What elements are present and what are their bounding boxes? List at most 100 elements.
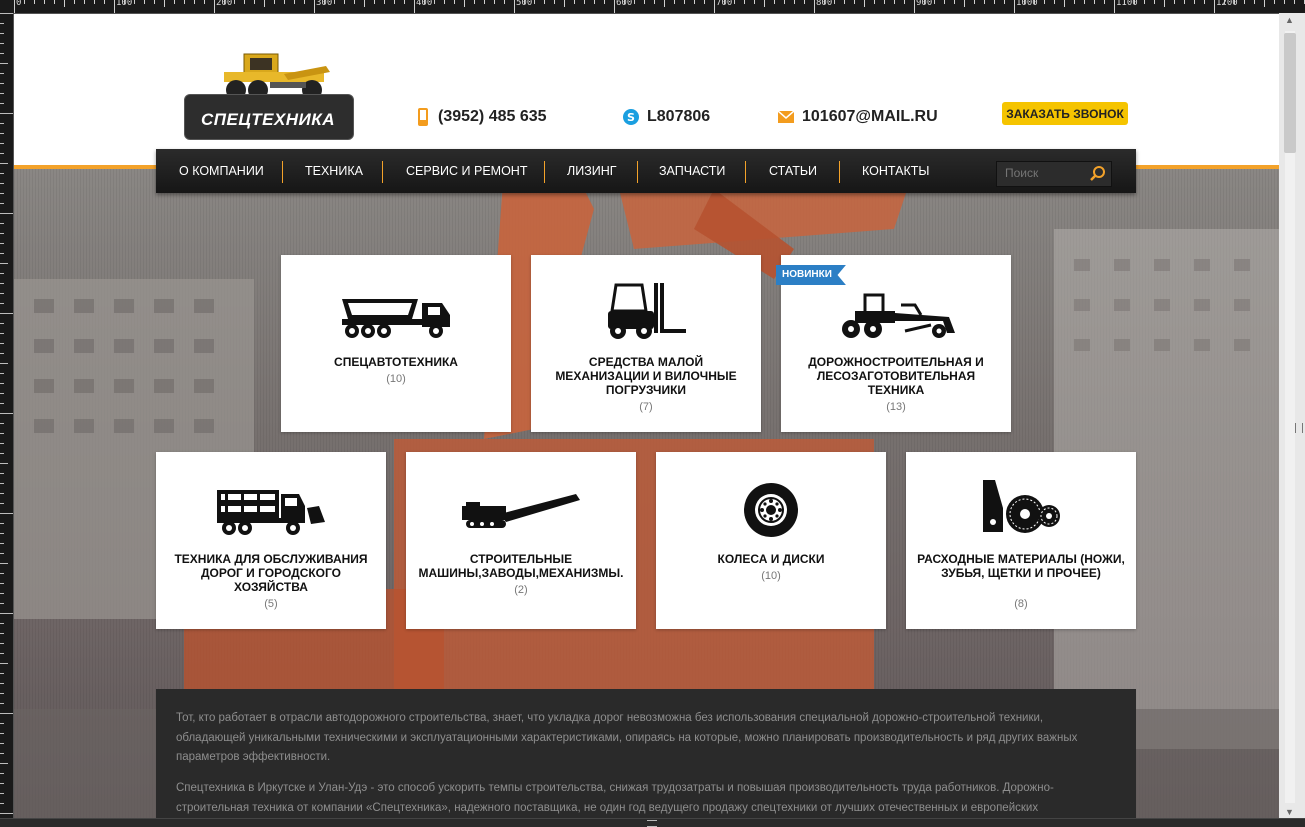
ruler-tick	[734, 0, 735, 4]
about-paragraph-1: Тот, кто работает в отрасли автодорожног…	[176, 712, 1078, 763]
phone-contact[interactable]: (3952) 485 635	[416, 106, 547, 128]
ruler-tick	[1004, 0, 1005, 4]
ruler-tick	[0, 783, 4, 784]
ruler-label: 1000	[1016, 0, 1038, 8]
ruler-tick	[0, 743, 4, 744]
category-title: КОЛЕСА И ДИСКИ	[717, 552, 825, 566]
ruler-tick	[504, 0, 505, 4]
ruler-tick	[0, 793, 4, 794]
vertical-scrollbar[interactable]: ▲ ▼	[1279, 13, 1305, 819]
category-card[interactable]: НОВИНКИ ДОРОЖНОСТРОИТЕЛЬНАЯ И ЛЕСОЗАГОТО…	[776, 255, 1011, 432]
ruler-tick	[0, 493, 4, 494]
nav-item-machinery[interactable]: ТЕХНИКА	[305, 149, 363, 193]
ruler-tick	[714, 0, 715, 13]
ruler-tick	[0, 113, 13, 114]
category-card[interactable]: ТЕХНИКА ДЛЯ ОБСЛУЖИВАНИЯ ДОРОГ И ГОРОДСК…	[156, 452, 386, 629]
ruler-tick	[364, 0, 365, 7]
ruler-tick	[0, 693, 4, 694]
scroll-down-arrow-icon[interactable]: ▼	[1285, 807, 1294, 817]
nav-item-articles[interactable]: СТАТЬИ	[769, 149, 817, 193]
ruler-tick	[834, 0, 835, 4]
resize-grip-icon[interactable]	[647, 820, 657, 827]
ruler-tick	[454, 0, 455, 4]
ruler-tick	[114, 0, 115, 13]
email-contact[interactable]: 101607@MAIL.RU	[778, 106, 938, 128]
ruler-tick	[0, 543, 4, 544]
skype-contact[interactable]: S L807806	[623, 106, 710, 128]
forklift-icon	[608, 283, 686, 339]
ruler-tick	[0, 83, 4, 84]
category-card[interactable]: СРЕДСТВА МАЛОЙ МЕХАНИЗАЦИИ И ВИЛОЧНЫЕ ПО…	[531, 255, 761, 432]
ruler-tick	[234, 0, 235, 4]
bottom-resize-bar[interactable]	[0, 818, 1305, 827]
skype-icon: S	[623, 109, 639, 125]
resize-grip-icon[interactable]	[1295, 423, 1303, 433]
category-card[interactable]: КОЛЕСА И ДИСКИ (10)	[656, 452, 886, 629]
search-icon[interactable]	[1089, 165, 1107, 183]
nav-item-contacts[interactable]: КОНТАКТЫ	[862, 149, 929, 193]
search-input[interactable]	[997, 162, 1091, 184]
ruler-tick	[104, 0, 105, 4]
nav-item-leasing[interactable]: ЛИЗИНГ	[567, 149, 617, 193]
ruler-tick	[0, 133, 4, 134]
site-logo[interactable]: СПЕЦТЕХНИКА	[184, 46, 354, 140]
logo-text: СПЕЦТЕХНИКА	[200, 110, 336, 129]
ruler-tick	[204, 0, 205, 4]
mail-icon	[778, 111, 794, 123]
ruler-label: 600	[616, 0, 633, 8]
category-card[interactable]: СПЕЦАВТОТЕХНИКА (10)	[281, 255, 511, 432]
category-count: (7)	[639, 401, 653, 413]
ruler-tick	[0, 243, 4, 244]
ruler-tick	[0, 253, 4, 254]
ruler-tick	[174, 0, 175, 4]
ruler-tick	[0, 273, 4, 274]
callback-button[interactable]: ЗАКАЗАТЬ ЗВОНОК	[1002, 102, 1128, 125]
category-title: СРЕДСТВА МАЛОЙ МЕХАНИЗАЦИИ И ВИЛОЧНЫЕ ПО…	[555, 355, 737, 397]
ruler-tick	[764, 0, 765, 7]
ruler-tick	[0, 703, 4, 704]
grader-icon	[842, 293, 955, 338]
dump-truck-icon	[342, 299, 450, 338]
ruler-tick	[884, 0, 885, 4]
ruler-tick	[984, 0, 985, 4]
ruler-tick	[0, 673, 4, 674]
ruler-tick	[0, 583, 4, 584]
ruler-tick	[0, 423, 4, 424]
ruler-tick	[314, 0, 315, 13]
ruler-label: 500	[516, 0, 533, 8]
ruler-tick	[0, 563, 8, 564]
nav-item-parts[interactable]: ЗАПЧАСТИ	[659, 149, 725, 193]
ruler-tick	[0, 813, 13, 814]
skype-login: L807806	[647, 108, 711, 125]
ruler-tick	[864, 0, 865, 7]
ruler-tick	[544, 0, 545, 4]
new-badge: НОВИНКИ	[776, 265, 846, 285]
road-service-truck-icon	[217, 490, 325, 535]
ruler-label: 800	[816, 0, 833, 8]
ruler-tick	[784, 0, 785, 4]
ruler-tick	[0, 503, 4, 504]
conveyor-icon	[462, 494, 580, 528]
category-card[interactable]: СТРОИТЕЛЬНЫЕ МАШИНЫ,ЗАВОДЫ,МЕХАНИЗМЫ. (2…	[406, 452, 636, 629]
scrollbar-thumb[interactable]	[1284, 33, 1296, 153]
ruler-tick	[94, 0, 95, 4]
nav-item-company[interactable]: О КОМПАНИИ	[179, 149, 264, 193]
horizontal-ruler: 0 100 200 300 400 500 600 700 800 900 1000 1100 1200	[0, 0, 1305, 14]
ruler-tick	[334, 0, 335, 4]
ruler-tick	[614, 0, 615, 13]
ruler-tick	[354, 0, 355, 4]
nav-item-service[interactable]: СЕРВИС И РЕМОНТ	[406, 149, 527, 193]
ruler-tick	[0, 303, 4, 304]
ruler-tick	[0, 403, 4, 404]
ruler-tick	[0, 53, 4, 54]
ruler-tick	[374, 0, 375, 4]
category-title: ТЕХНИКА ДЛЯ ОБСЛУЖИВАНИЯ ДОРОГ И ГОРОДСК…	[174, 552, 368, 594]
nav-separator	[382, 161, 383, 183]
ruler-tick	[564, 0, 565, 7]
category-card[interactable]: РАСХОДНЫЕ МАТЕРИАЛЫ (НОЖИ, ЗУБЬЯ, ЩЕТКИ …	[906, 452, 1136, 629]
ruler-tick	[1084, 0, 1085, 4]
ruler-tick	[0, 193, 4, 194]
category-title: ДОРОЖНОСТРОИТЕЛЬНАЯ И ЛЕСОЗАГОТОВИТЕЛЬНА…	[808, 355, 984, 397]
scroll-up-arrow-icon[interactable]: ▲	[1285, 15, 1294, 25]
ruler-tick	[0, 183, 4, 184]
